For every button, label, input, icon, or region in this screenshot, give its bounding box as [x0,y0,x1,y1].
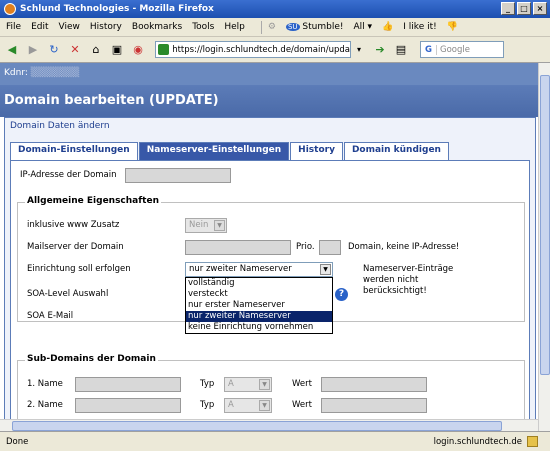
search-input[interactable]: G Google [420,41,504,58]
chevron-down-icon: ▼ [320,264,331,275]
subdomain-type-select[interactable]: A ▼ [224,398,272,413]
tool-icon[interactable]: ▤ [393,42,409,58]
option-nur-erster[interactable]: nur erster Nameserver [186,300,332,311]
subdomain-value-input[interactable] [321,377,427,392]
chevron-down-icon: ▼ [259,400,270,411]
option-versteckt[interactable]: versteckt [186,289,332,300]
menu-file[interactable]: File [6,22,21,32]
soa-email-label: SOA E-Mail [27,311,74,321]
lock-icon [158,44,170,55]
vertical-scrollbar[interactable] [538,63,550,431]
general-legend: Allgemeine Eigenschaften [25,196,161,206]
minimize-button[interactable]: _ [501,2,515,15]
subdomain-name-label: 2. Name [27,400,63,410]
maximize-button[interactable]: □ [517,2,531,15]
subdomain-name-label: 1. Name [27,379,63,389]
ilike-button[interactable]: I like it! [403,22,436,32]
option-vollstaendig[interactable]: vollständig [186,278,332,289]
status-domain: login.schlundtech.de [433,436,522,447]
close-button[interactable]: × [533,2,547,15]
domain-panel: Domain Daten ändern Domain-Einstellungen… [4,117,536,431]
firefox-icon [4,3,16,15]
google-icon: G [421,44,437,55]
lock-icon [527,436,538,447]
window-titlebar: Schlund Technologies - Mozilla Firefox _… [0,0,550,18]
option-keine[interactable]: keine Einrichtung vornehmen [186,322,332,333]
address-bar[interactable]: https://login.schlundtech.de/domain/upda [155,41,351,58]
tab-history[interactable]: History [290,142,343,160]
stop-icon[interactable]: ✕ [67,42,83,58]
tab-content: IP-Adresse der Domain Allgemeine Eigensc… [10,160,530,431]
subdomain-type-label: Typ [200,379,215,389]
kdnr-value-redacted: ▒▒▒▒▒▒▒ [30,68,80,78]
mailserver-note: Domain, keine IP-Adresse! [348,242,460,252]
url-text: https://login.schlundtech.de/domain/upda [172,44,350,55]
all-dropdown[interactable]: All ▾ [354,22,373,32]
chevron-down-icon: ▼ [259,379,270,390]
setup-select[interactable]: nur zweiter Nameserver ▼ [185,262,333,277]
addon-icon[interactable]: ◉ [130,42,146,58]
option-nur-zweiter[interactable]: nur zweiter Nameserver [186,311,332,322]
menu-view[interactable]: View [59,22,80,32]
window-title: Schlund Technologies - Mozilla Firefox [20,4,214,14]
tab-domain-settings[interactable]: Domain-Einstellungen [10,142,138,160]
menu-help[interactable]: Help [224,22,245,32]
home-icon[interactable]: ⌂ [88,42,104,58]
subdomain-name-input[interactable] [75,398,181,413]
tab-domain-cancel[interactable]: Domain kündigen [343,142,449,160]
page-title: Domain bearbeiten (UPDATE) [4,93,219,108]
back-icon[interactable]: ◀ [4,42,20,58]
ip-input[interactable] [125,168,231,183]
www-select[interactable]: Nein ▼ [185,218,227,233]
mailserver-label: Mailserver der Domain [27,242,124,252]
panel-title: Domain Daten ändern [10,121,110,131]
www-label: inklusive www Zusatz [27,220,120,230]
prio-input[interactable] [319,240,341,255]
status-text: Done [6,436,29,447]
subdomain-value-label: Wert [292,400,312,410]
soa-level-label: SOA-Level Auswahl [27,289,109,299]
forward-icon[interactable]: ▶ [25,42,41,58]
setup-note: Nameserver-Einträge werden nicht berücks… [363,264,454,296]
spinner-icon: ⚙ [267,22,276,32]
page-content: Kdnr: ▒▒▒▒▒▒▒ Domain bearbeiten (UPDATE)… [0,63,538,431]
menu-tools[interactable]: Tools [192,22,214,32]
prio-label: Prio. [296,242,315,252]
go-icon[interactable]: ➔ [372,42,388,58]
scroll-thumb[interactable] [540,75,550,375]
dropdown-icon[interactable]: ▾ [351,42,367,58]
subdomain-type-select[interactable]: A ▼ [224,377,272,392]
navigation-toolbar: ◀ ▶ ↻ ✕ ⌂ ▣ ◉ https://login.schlundtech.… [0,37,550,63]
stumble-button[interactable]: SU Stumble! [285,22,344,32]
customer-header: Kdnr: ▒▒▒▒▒▒▒ [0,63,538,85]
menu-edit[interactable]: Edit [31,22,48,32]
subdomain-type-label: Typ [200,400,215,410]
scroll-thumb[interactable] [12,421,502,431]
subdomains-legend: Sub-Domains der Domain [25,354,158,364]
thumbs-up-icon[interactable]: 👍 [382,22,393,32]
horizontal-scrollbar[interactable] [0,419,538,431]
subdomain-value-label: Wert [292,379,312,389]
setup-dropdown-list: vollständig versteckt nur erster Nameser… [185,277,333,334]
tab-bar: Domain-Einstellungen Nameserver-Einstell… [10,142,450,160]
subdomain-value-input[interactable] [321,398,427,413]
menu-history[interactable]: History [90,22,122,32]
kdnr-label: Kdnr: [4,68,28,78]
tab-nameserver-settings[interactable]: Nameserver-Einstellungen [138,142,290,160]
reload-icon[interactable]: ↻ [46,42,62,58]
chevron-down-icon: ▼ [214,220,225,231]
ip-label: IP-Adresse der Domain [20,170,117,180]
subdomain-name-input[interactable] [75,377,181,392]
menu-bookmarks[interactable]: Bookmarks [132,22,182,32]
status-bar: Done login.schlundtech.de [0,431,550,451]
menu-separator [260,20,262,34]
thumbs-down-icon[interactable]: 👎 [447,22,458,32]
setup-label: Einrichtung soll erfolgen [27,264,131,274]
mailserver-input[interactable] [185,240,291,255]
bookmark-icon[interactable]: ▣ [109,42,125,58]
help-icon[interactable]: ? [335,288,348,301]
menu-bar: File Edit View History Bookmarks Tools H… [0,18,550,37]
